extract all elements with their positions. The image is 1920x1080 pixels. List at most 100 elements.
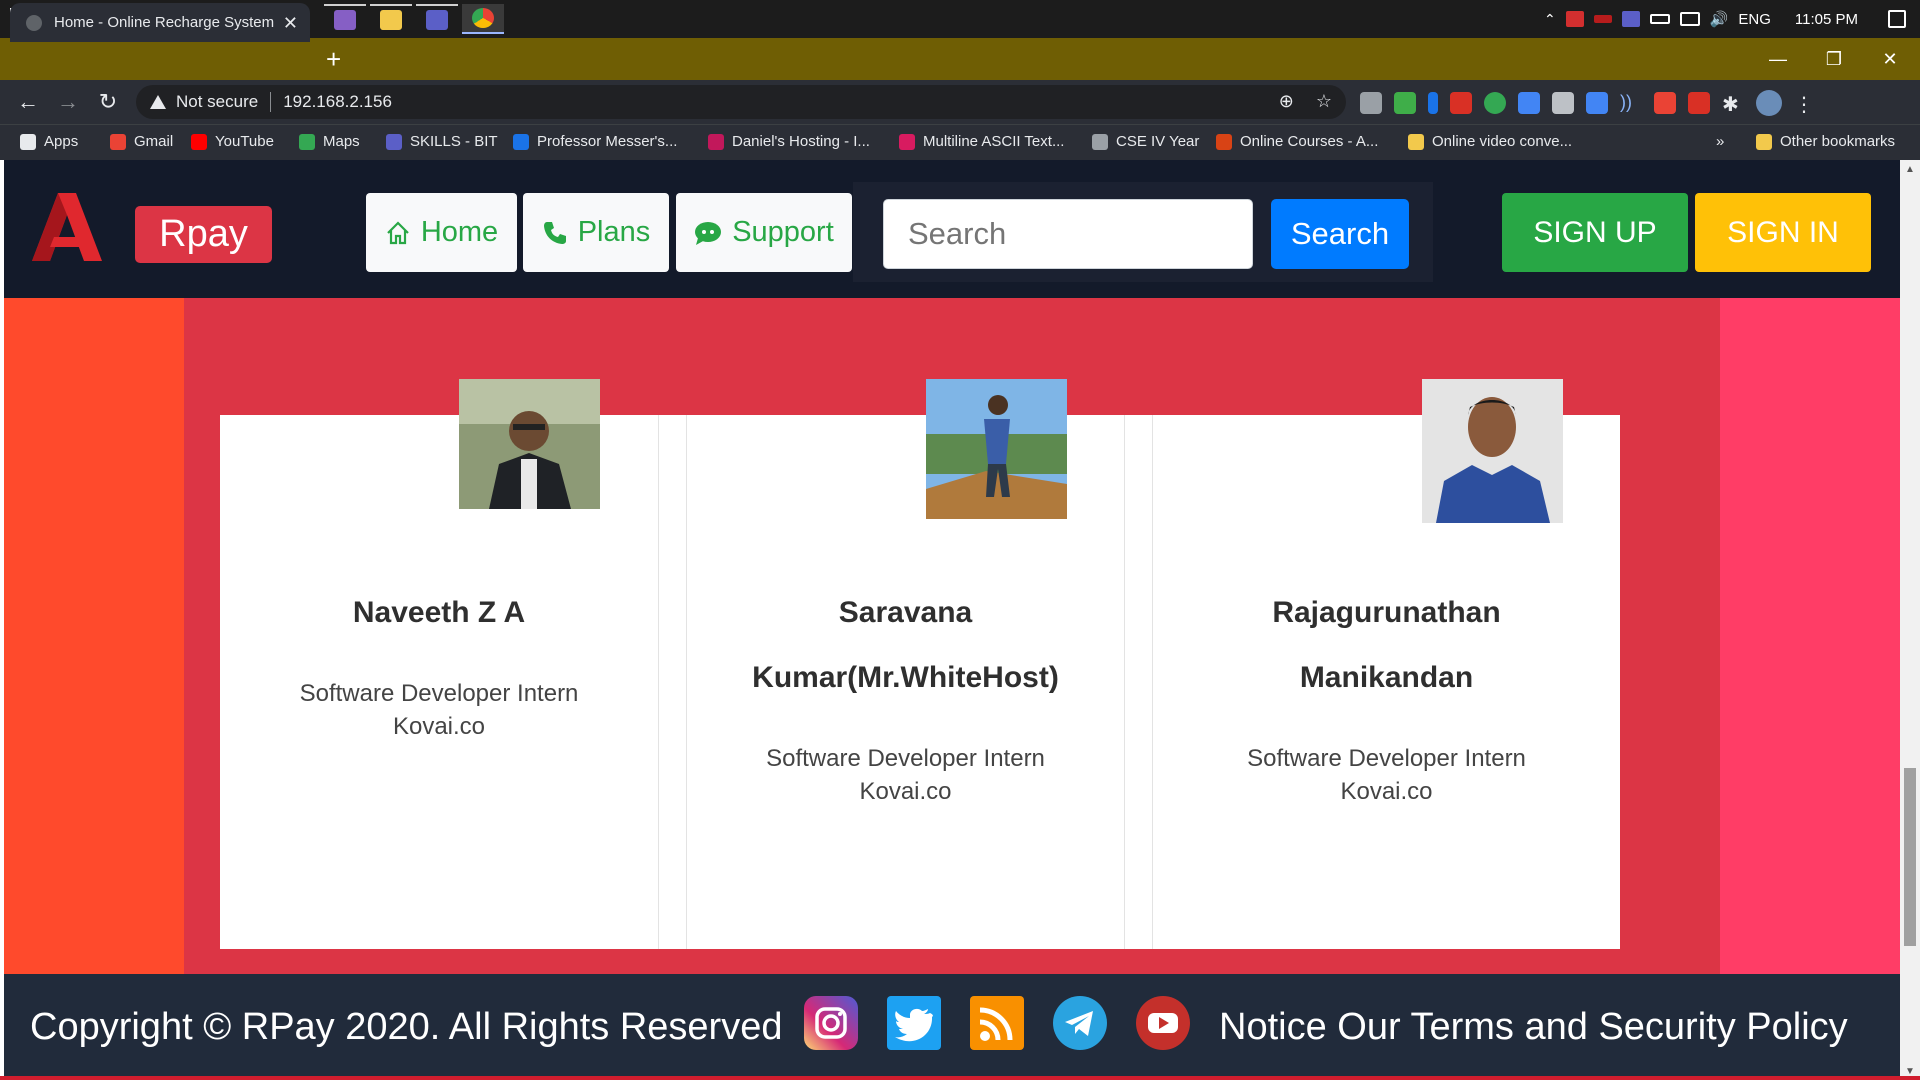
rpay-logo-icon[interactable] [32,193,102,261]
bookmark-item[interactable]: Gmail [110,133,173,150]
youtube-icon[interactable] [1136,996,1190,1050]
extension-icon[interactable] [1484,92,1506,114]
bookmark-item[interactable]: YouTube [191,133,274,150]
tray-app-icon[interactable] [1565,11,1584,27]
nav-plans-button[interactable]: Plans [523,193,669,272]
volume-icon[interactable]: 🔊 [1710,10,1729,28]
security-label[interactable]: Not secure [176,92,258,112]
maps-icon [299,133,315,150]
kebab-menu-icon[interactable]: ⋮ [1794,92,1816,116]
window-edge [0,1076,1920,1080]
bookmark-item[interactable]: Online video conve... [1408,133,1572,150]
extension-icon[interactable]: )) [1620,92,1642,114]
page-scrollbar[interactable]: ▲ ▼ [1900,160,1920,1080]
other-bookmarks[interactable]: Other bookmarks [1756,133,1895,150]
language-indicator[interactable]: ENG [1738,11,1771,28]
page-viewport: Rpay Home Plans Support Search SIGN UP S… [4,160,1900,1080]
bookmark-item[interactable]: Professor Messer's... [513,133,677,150]
bookmark-label: Maps [323,133,360,150]
extension-icon[interactable] [1394,92,1416,114]
extension-icon[interactable] [1450,92,1472,114]
globe-icon [26,14,42,31]
bookmark-label: Online Courses - A... [1240,133,1379,150]
teams-icon[interactable] [416,4,458,34]
policy-link[interactable]: Notice Our Terms and Security Policy [1219,1006,1848,1049]
member-role: Software Developer Intern [766,745,1045,772]
member-photo [459,379,600,509]
section-band-left [4,298,184,974]
network-icon[interactable] [1679,12,1700,26]
telegram-icon[interactable] [1053,996,1107,1050]
reload-icon[interactable]: ↻ [92,86,124,118]
bookmark-label: Professor Messer's... [537,133,678,150]
bookmark-item[interactable]: Maps [299,133,360,150]
nav-plans-label: Plans [577,216,651,248]
warning-icon[interactable] [150,95,166,109]
bookmark-label: YouTube [215,133,274,150]
youtube-icon [191,133,207,150]
chrome-icon[interactable] [462,4,504,34]
extension-icon[interactable] [1518,92,1540,114]
scroll-up-icon[interactable]: ▲ [1905,164,1915,175]
extension-icon[interactable] [1654,92,1676,114]
visual-studio-icon[interactable] [324,4,366,34]
new-tab-button[interactable]: + [326,44,341,75]
extension-icon[interactable] [1428,92,1438,114]
gmail-icon [110,133,126,150]
minimize-button[interactable]: — [1750,38,1806,80]
chevron-up-icon[interactable]: ⌃ [1544,11,1556,28]
bookmark-label: CSE IV Year [1116,133,1200,150]
brand-button[interactable]: Rpay [135,206,272,263]
bookmarks-overflow-button[interactable]: » [1716,133,1724,150]
google-translate-icon[interactable] [1586,92,1608,114]
bookmark-item[interactable]: Multiline ASCII Text... [899,133,1064,150]
teams-tray-icon[interactable] [1621,11,1640,27]
apps-grid-icon [20,133,36,150]
rss-icon[interactable] [970,996,1024,1050]
url-text[interactable]: 192.168.2.156 [283,92,392,112]
zoom-icon[interactable]: ⊕ [1279,91,1294,112]
google-drive-icon[interactable] [1552,92,1574,114]
nav-home-button[interactable]: Home [366,193,517,272]
bookmark-item[interactable]: SKILLS - BIT [386,133,498,150]
close-window-button[interactable]: ✕ [1862,38,1918,80]
bookmark-item[interactable]: Daniel's Hosting - I... [708,133,870,150]
signup-button[interactable]: SIGN UP [1502,193,1688,272]
member-name-line2: Kumar(Mr.WhiteHost) [752,661,1059,694]
tray-app-icon[interactable] [1593,15,1612,23]
member-role: Software Developer Intern [299,680,579,707]
team-cards: Naveeth Z A Software Developer Intern Ko… [220,415,1620,949]
notifications-icon[interactable] [1888,10,1906,28]
search-input[interactable] [883,199,1253,269]
twitter-icon[interactable] [887,996,941,1050]
nav-support-button[interactable]: Support [676,193,852,272]
bookmark-star-icon[interactable]: ☆ [1316,91,1332,112]
bookmark-item[interactable]: Online Courses - A... [1216,133,1378,150]
file-explorer-icon[interactable] [370,4,412,34]
member-name: Naveeth Z A [352,596,526,629]
restore-button[interactable]: ❐ [1806,38,1862,80]
profile-avatar[interactable] [1756,90,1782,116]
instagram-icon[interactable] [804,996,858,1050]
forward-arrow-icon[interactable]: → [52,86,84,118]
bookmark-label: Gmail [134,133,174,150]
scrollbar-thumb[interactable] [1904,768,1916,946]
search-button[interactable]: Search [1271,199,1409,269]
extension-icon[interactable] [1360,92,1382,114]
bookmarks-bar: Apps Gmail YouTube Maps SKILLS - BIT Professo… [0,124,1920,160]
signin-button[interactable]: SIGN IN [1695,193,1871,272]
bookmark-item[interactable]: CSE IV Year [1092,133,1199,150]
close-tab-icon[interactable]: ✕ [283,13,298,34]
clock[interactable]: 11:05 PM [1795,11,1858,28]
member-company: Kovai.co [392,713,486,740]
folder-icon [1756,133,1772,150]
extension-icon[interactable] [1688,92,1710,114]
battery-icon[interactable] [1649,14,1670,24]
site-footer: Copyright © RPay 2020. All Rights Reserv… [4,974,1900,1080]
browser-tab[interactable]: Home - Online Recharge System ✕ [10,3,310,42]
back-arrow-icon[interactable]: ← [12,86,44,118]
address-bar[interactable]: Not secure 192.168.2.156 ⊕ ☆ [136,85,1346,119]
puzzle-icon[interactable]: ✱ [1722,92,1744,116]
bookmark-item[interactable]: Apps [20,133,78,150]
chat-bubble-icon [695,221,722,245]
